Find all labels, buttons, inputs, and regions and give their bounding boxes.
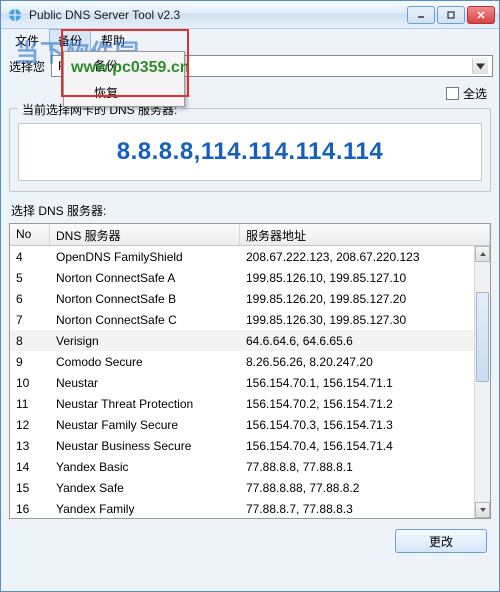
menu-help[interactable]: 帮助 <box>93 30 133 51</box>
col-name[interactable]: DNS 服务器 <box>50 224 240 245</box>
cell-addr: 156.154.70.1, 156.154.71.1 <box>240 376 490 390</box>
cell-addr: 156.154.70.3, 156.154.71.3 <box>240 418 490 432</box>
table-row[interactable]: 13Neustar Business Secure156.154.70.4, 1… <box>10 435 490 456</box>
cell-addr: 199.85.126.20, 199.85.127.20 <box>240 292 490 306</box>
cell-no: 7 <box>10 313 50 327</box>
table-row[interactable]: 9Comodo Secure8.26.56.26, 8.20.247.20 <box>10 351 490 372</box>
cell-name: Norton ConnectSafe A <box>50 271 240 285</box>
col-no[interactable]: No <box>10 224 50 245</box>
table-row[interactable]: 6Norton ConnectSafe B199.85.126.20, 199.… <box>10 288 490 309</box>
table-row[interactable]: 15Yandex Safe77.88.8.88, 77.88.8.2 <box>10 477 490 498</box>
scroll-down-button[interactable] <box>475 502 490 518</box>
app-icon <box>7 7 23 23</box>
close-button[interactable] <box>467 6 495 24</box>
menubar: 文件 备份 帮助 <box>1 29 499 51</box>
change-button[interactable]: 更改 <box>395 529 487 553</box>
cell-addr: 77.88.8.88, 77.88.8.2 <box>240 481 490 495</box>
chevron-down-icon <box>472 58 488 74</box>
dns-list-title: 选择 DNS 服务器: <box>11 202 493 219</box>
cell-no: 13 <box>10 439 50 453</box>
table-row[interactable]: 7Norton ConnectSafe C199.85.126.30, 199.… <box>10 309 490 330</box>
cell-no: 16 <box>10 502 50 516</box>
menu-file[interactable]: 文件 <box>7 30 47 51</box>
window-controls <box>407 6 495 24</box>
scroll-track[interactable] <box>475 262 490 502</box>
menu-backup[interactable]: 备份 <box>49 29 91 51</box>
table-row[interactable]: 16Yandex Family77.88.8.7, 77.88.8.3 <box>10 498 490 519</box>
vertical-scrollbar <box>474 246 490 518</box>
cell-addr: 156.154.70.2, 156.154.71.2 <box>240 397 490 411</box>
cell-no: 6 <box>10 292 50 306</box>
cell-name: Yandex Safe <box>50 481 240 495</box>
cell-no: 12 <box>10 418 50 432</box>
minimize-button[interactable] <box>407 6 435 24</box>
cell-name: Neustar Family Secure <box>50 418 240 432</box>
table-row[interactable]: 8Verisign64.6.64.6, 64.6.65.6 <box>10 330 490 351</box>
cell-name: Neustar <box>50 376 240 390</box>
col-addr[interactable]: 服务器地址 <box>240 224 490 245</box>
table-row[interactable]: 10Neustar156.154.70.1, 156.154.71.1 <box>10 372 490 393</box>
scroll-up-button[interactable] <box>475 246 490 262</box>
select-all-checkbox[interactable] <box>446 87 459 100</box>
cell-name: Yandex Family <box>50 502 240 516</box>
adapter-label: 选择您 <box>7 58 45 75</box>
cell-name: Verisign <box>50 334 240 348</box>
content-area: 选择您 Realte btroller 全选 当前选择网卡的 DNS 服务器: … <box>7 51 493 585</box>
cell-name: OpenDNS FamilyShield <box>50 250 240 264</box>
table-row[interactable]: 5Norton ConnectSafe A199.85.126.10, 199.… <box>10 267 490 288</box>
cell-no: 4 <box>10 250 50 264</box>
table-row[interactable]: 4OpenDNS FamilyShield208.67.222.123, 208… <box>10 246 490 267</box>
list-header: No DNS 服务器 服务器地址 <box>10 224 490 246</box>
current-dns-value: 8.8.8.8,114.114.114.114 <box>18 123 482 181</box>
cell-no: 9 <box>10 355 50 369</box>
cell-addr: 77.88.8.8, 77.88.8.1 <box>240 460 490 474</box>
cell-addr: 199.85.126.10, 199.85.127.10 <box>240 271 490 285</box>
app-window: Public DNS Server Tool v2.3 文件 备份 帮助 备份 … <box>0 0 500 592</box>
cell-no: 10 <box>10 376 50 390</box>
list-body: 4OpenDNS FamilyShield208.67.222.123, 208… <box>10 246 490 519</box>
cell-name: Norton ConnectSafe C <box>50 313 240 327</box>
table-row[interactable]: 11Neustar Threat Protection156.154.70.2,… <box>10 393 490 414</box>
dropdown-restore[interactable]: 恢复 <box>64 79 184 106</box>
scroll-thumb[interactable] <box>476 292 489 382</box>
cell-name: Norton ConnectSafe B <box>50 292 240 306</box>
backup-dropdown: 备份 恢复 <box>63 51 185 107</box>
cell-name: Neustar Threat Protection <box>50 397 240 411</box>
cell-no: 11 <box>10 397 50 411</box>
button-row: 更改 <box>7 529 487 553</box>
cell-no: 8 <box>10 334 50 348</box>
cell-name: Comodo Secure <box>50 355 240 369</box>
cell-no: 5 <box>10 271 50 285</box>
cell-addr: 77.88.8.7, 77.88.8.3 <box>240 502 490 516</box>
maximize-button[interactable] <box>437 6 465 24</box>
cell-addr: 8.26.56.26, 8.20.247.20 <box>240 355 490 369</box>
cell-name: Neustar Business Secure <box>50 439 240 453</box>
cell-addr: 199.85.126.30, 199.85.127.30 <box>240 313 490 327</box>
cell-no: 14 <box>10 460 50 474</box>
cell-no: 15 <box>10 481 50 495</box>
current-dns-group: 当前选择网卡的 DNS 服务器: 8.8.8.8,114.114.114.114 <box>9 108 491 192</box>
table-row[interactable]: 14Yandex Basic77.88.8.8, 77.88.8.1 <box>10 456 490 477</box>
select-all-label: 全选 <box>463 85 487 102</box>
table-row[interactable]: 12Neustar Family Secure156.154.70.3, 156… <box>10 414 490 435</box>
cell-addr: 156.154.70.4, 156.154.71.4 <box>240 439 490 453</box>
cell-name: Yandex Basic <box>50 460 240 474</box>
dns-list: No DNS 服务器 服务器地址 4OpenDNS FamilyShield20… <box>9 223 491 519</box>
cell-addr: 208.67.222.123, 208.67.220.123 <box>240 250 490 264</box>
titlebar: Public DNS Server Tool v2.3 <box>1 1 499 29</box>
cell-addr: 64.6.64.6, 64.6.65.6 <box>240 334 490 348</box>
window-title: Public DNS Server Tool v2.3 <box>29 8 407 22</box>
dropdown-backup[interactable]: 备份 <box>64 52 184 79</box>
